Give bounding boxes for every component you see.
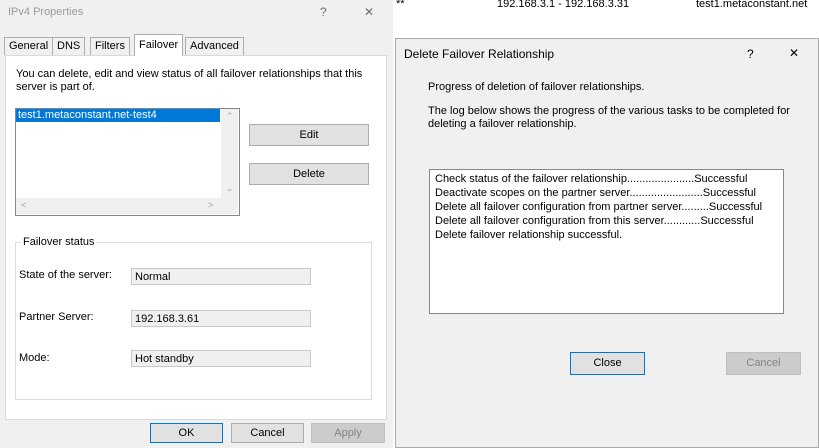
- mode-label: Mode:: [19, 352, 50, 364]
- relationship-list[interactable]: test1.metaconstant.net-test4 ⌃ ⌄ < >: [15, 108, 240, 216]
- help-button[interactable]: ?: [747, 47, 754, 61]
- mode-field: Hot standby: [131, 350, 311, 367]
- tab-advanced[interactable]: Advanced: [185, 37, 244, 55]
- background-list-row: ** 192.168.3.1 - 192.168.3.31 test1.meta…: [396, 0, 819, 14]
- state-field: Normal: [131, 268, 311, 285]
- vertical-scrollbar[interactable]: ⌃ ⌄: [221, 109, 238, 198]
- delete-button[interactable]: Delete: [249, 163, 369, 185]
- edit-button[interactable]: Edit: [249, 124, 369, 146]
- ipv4-properties-dialog: IPv4 Properties ? ✕ General DNS Filters …: [0, 0, 393, 448]
- tab-dns[interactable]: DNS: [52, 37, 86, 55]
- cancel-button[interactable]: Cancel: [231, 423, 304, 443]
- scope-range: 192.168.3.1 - 192.168.3.31: [497, 0, 630, 10]
- delete-failover-dialog: Delete Failover Relationship ? ✕ Progres…: [395, 38, 819, 448]
- chevron-down-icon[interactable]: ⌄: [226, 183, 234, 194]
- close-icon[interactable]: ✕: [789, 46, 799, 60]
- close-button[interactable]: Close: [570, 352, 645, 375]
- log-intro-text: The log below shows the progress of the …: [428, 105, 790, 130]
- apply-button[interactable]: Apply: [311, 423, 385, 443]
- chevron-right-icon[interactable]: >: [208, 200, 213, 210]
- cancel-button[interactable]: Cancel: [726, 352, 801, 375]
- tab-failover[interactable]: Failover: [134, 34, 184, 56]
- dialog-title: IPv4 Properties: [8, 6, 84, 18]
- log-line: Delete failover relationship successful.: [435, 229, 623, 241]
- progress-text: Progress of deletion of failover relatio…: [428, 81, 645, 93]
- list-item[interactable]: test1.metaconstant.net-test4: [16, 109, 220, 122]
- horizontal-scrollbar[interactable]: < >: [16, 198, 238, 214]
- log-line: Delete all failover configuration from p…: [435, 201, 763, 213]
- tab-filters[interactable]: Filters: [90, 37, 130, 55]
- close-icon[interactable]: ✕: [364, 5, 374, 19]
- log-line: Check status of the failover relationshi…: [435, 173, 748, 185]
- chevron-left-icon[interactable]: <: [21, 200, 26, 210]
- ok-button[interactable]: OK: [150, 423, 223, 443]
- chevron-up-icon[interactable]: ⌃: [226, 111, 234, 122]
- row-marker: **: [396, 0, 405, 10]
- log-line: Delete all failover configuration from t…: [435, 215, 754, 227]
- server-name: test1.metaconstant.net: [696, 0, 808, 10]
- progress-log[interactable]: Check status of the failover relationshi…: [429, 169, 784, 314]
- partner-label: Partner Server:: [19, 311, 94, 323]
- log-line: Deactivate scopes on the partner server.…: [435, 187, 756, 199]
- tab-general[interactable]: General: [4, 37, 54, 55]
- description-text: You can delete, edit and view status of …: [16, 68, 363, 93]
- state-label: State of the server:: [19, 269, 112, 281]
- group-label: Failover status: [21, 236, 97, 248]
- dialog-title: Delete Failover Relationship: [404, 47, 555, 61]
- partner-field: 192.168.3.61: [131, 310, 311, 327]
- help-button[interactable]: ?: [320, 5, 327, 19]
